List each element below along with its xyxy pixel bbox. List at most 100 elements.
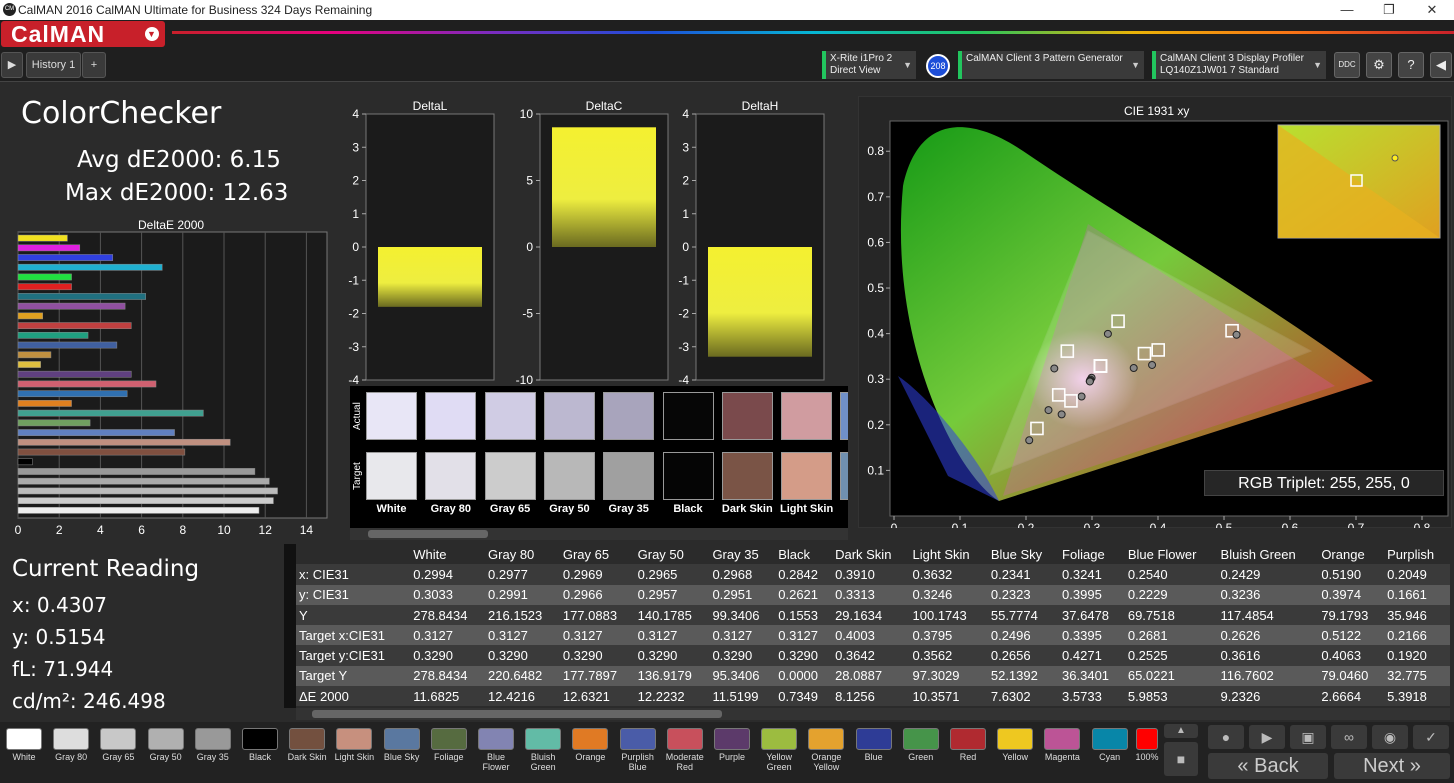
window-titlebar: CM CalMAN 2016 CalMAN Ultimate for Busin… (0, 0, 1454, 20)
meter-mode: Direct View (830, 65, 881, 76)
swatch-button[interactable]: White (2, 728, 46, 768)
continuous-icon[interactable]: ∞ (1331, 725, 1367, 749)
target-swatch[interactable] (425, 452, 477, 500)
save-icon[interactable]: ▣ (1290, 725, 1326, 749)
close-icon[interactable]: ✕ (1417, 1, 1447, 19)
table-cell: 0.1661 (1384, 584, 1450, 605)
calman-menu-button[interactable]: CalMAN ▼ (1, 21, 165, 47)
row-label: Y (296, 604, 411, 626)
swatch-button-label: Dark Skin (287, 752, 327, 762)
swatch-button[interactable]: Dark Skin (285, 728, 329, 768)
swatch-button[interactable]: Bluish Green (521, 728, 565, 772)
swatch-button[interactable]: 100% (1134, 728, 1160, 768)
display-selector[interactable]: CalMAN Client 3 Display Profiler LQ140Z1… (1152, 51, 1326, 79)
meter-selector[interactable]: X-Rite i1Pro 2 Direct View ▼ (822, 51, 916, 79)
table-header-row: White Gray 80 Gray 65 Gray 50 Gray 35 Black Da… (296, 544, 1450, 564)
maximize-icon[interactable]: ❐ (1374, 1, 1404, 19)
swatch-button-label: Purple (718, 752, 745, 762)
actual-swatch[interactable] (721, 392, 773, 440)
swatch-button[interactable]: Blue Sky (380, 728, 424, 768)
ddc-icon[interactable]: DDC (1334, 52, 1360, 78)
swatch-button[interactable]: Light Skin (332, 728, 376, 768)
swatch-chip (572, 728, 609, 750)
swatch-button[interactable]: Yellow Green (757, 728, 801, 772)
scroll-thumb[interactable] (368, 530, 488, 538)
check-icon[interactable]: ✓ (1413, 725, 1449, 749)
back-button[interactable]: « Back (1208, 753, 1328, 779)
actual-swatch[interactable] (425, 392, 477, 440)
swatch-button[interactable]: Purplish Blue (616, 728, 660, 772)
actual-swatch[interactable] (366, 392, 417, 440)
swatch-button[interactable]: Yellow (993, 728, 1037, 768)
play-icon[interactable]: ▶ (1, 52, 23, 78)
chevron-up-icon[interactable]: ▲ (1164, 724, 1198, 738)
stop-icon[interactable]: ■ (1164, 742, 1198, 776)
swatch-button[interactable]: Black (238, 728, 282, 768)
target-swatch[interactable] (366, 452, 417, 500)
swatch-scrollbar[interactable] (350, 528, 848, 540)
swatch-button[interactable]: Orange (568, 728, 612, 768)
table-scroll-thumb[interactable] (312, 710, 722, 718)
swatch-button[interactable]: Foliage (427, 728, 471, 768)
swatch-button[interactable]: Blue (852, 728, 896, 768)
swatch-button[interactable]: Cyan (1088, 728, 1132, 768)
swatch-button-label: Yellow (1002, 752, 1029, 762)
table-cell: 99.3406 (709, 604, 776, 626)
cie-actual-marker (1057, 410, 1066, 419)
table-cell: 79.1793 (1318, 604, 1385, 626)
table-cell: 52.1392 (987, 665, 1060, 687)
record-icon[interactable]: ● (1208, 725, 1244, 749)
meter-badge[interactable]: 208 (926, 54, 950, 78)
settings-read-icon[interactable]: ◉ (1372, 725, 1408, 749)
swatch-button-label: Orange (575, 752, 606, 762)
swatch-button[interactable]: Blue Flower (474, 728, 518, 772)
swatch-chip (6, 728, 42, 750)
tab-history-1[interactable]: History 1 (26, 52, 81, 78)
swatch-button[interactable]: Orange Yellow (804, 728, 848, 772)
actual-swatch[interactable] (543, 392, 595, 440)
table-cell: 11.5199 (709, 686, 776, 707)
target-swatch[interactable] (543, 452, 595, 500)
swatch-button[interactable]: Magenta (1040, 728, 1084, 768)
swatch-button[interactable]: Gray 80 (49, 728, 93, 768)
actual-swatch[interactable] (484, 392, 536, 440)
next-button[interactable]: Next » (1334, 753, 1450, 779)
target-swatch[interactable] (603, 452, 655, 500)
swatch-button[interactable]: Purple (710, 728, 754, 768)
actual-swatch[interactable] (781, 392, 833, 440)
add-tab-button[interactable]: + (82, 52, 106, 78)
help-icon[interactable]: ? (1398, 52, 1424, 78)
table-cell: 0.0000 (775, 665, 833, 687)
deltae-bar (17, 293, 146, 300)
actual-swatch[interactable] (662, 392, 714, 440)
target-swatch[interactable] (662, 452, 714, 500)
table-cell: 0.3290 (485, 645, 560, 666)
delta-tick-label: -1 (678, 273, 689, 287)
collapse-icon[interactable]: ◀ (1430, 52, 1452, 78)
swatch-button-label: Magenta (1044, 752, 1080, 762)
table-cell: 0.2994 (410, 564, 486, 585)
target-swatch[interactable] (721, 452, 773, 500)
delta-tick-label: 4 (682, 107, 689, 121)
swatch-button[interactable]: Red (946, 728, 990, 768)
swatch-button[interactable]: Moderate Red (663, 728, 707, 772)
deltae-tick-label: 8 (179, 523, 186, 537)
target-swatch[interactable] (840, 452, 848, 500)
swatch-button[interactable]: Gray 35 (191, 728, 235, 768)
gear-icon[interactable]: ⚙ (1366, 52, 1392, 78)
target-swatch[interactable] (484, 452, 536, 500)
swatch-button[interactable]: Gray 50 (144, 728, 188, 768)
swatch-button[interactable]: Gray 65 (96, 728, 140, 768)
minimize-icon[interactable]: — (1332, 1, 1362, 19)
pattern-generator-selector[interactable]: CalMAN Client 3 Pattern Generator ▼ (958, 51, 1144, 79)
table-row-gutter (284, 544, 296, 708)
swatch-button[interactable]: Green (899, 728, 943, 768)
table-scrollbar[interactable] (296, 708, 1450, 720)
actual-swatch[interactable] (603, 392, 655, 440)
play-read-icon[interactable]: ▶ (1249, 725, 1285, 749)
swatch-chip (336, 728, 373, 750)
target-swatch[interactable] (781, 452, 833, 500)
swatch-button-label: Blue Flower (482, 752, 510, 772)
table-cell: 0.3236 (1217, 584, 1319, 605)
actual-swatch[interactable] (840, 392, 848, 440)
